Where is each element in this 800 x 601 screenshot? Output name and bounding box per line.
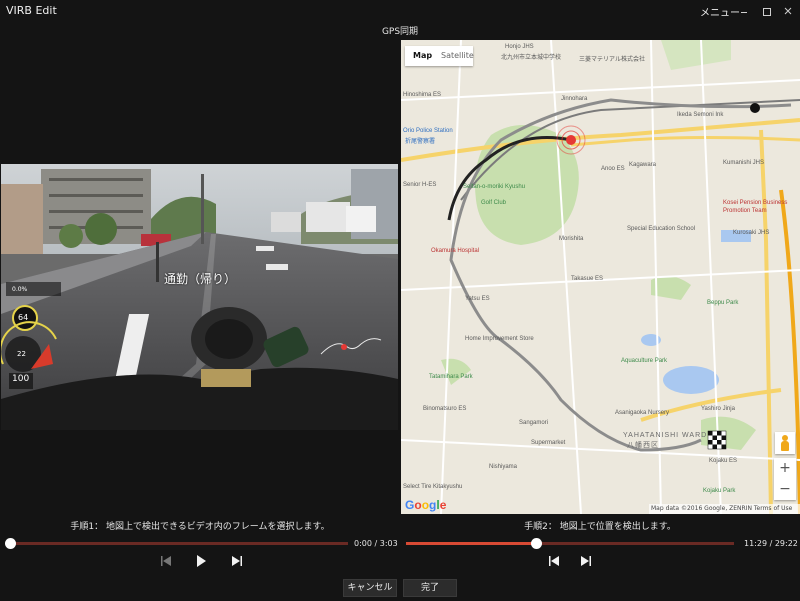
play-icon[interactable] xyxy=(193,553,209,569)
video-timeline-thumb[interactable] xyxy=(5,538,16,549)
video-time: 0:00 / 3:03 xyxy=(354,539,398,548)
gps-timeline[interactable] xyxy=(406,542,734,545)
map-label: Kumanishi JHS xyxy=(723,160,765,166)
map-label: Honjo JHS xyxy=(505,44,534,50)
map-label: Yashiro Jinja xyxy=(701,406,735,412)
map-label: Takasue ES xyxy=(571,276,604,282)
zoom-control[interactable]: + − xyxy=(774,458,796,500)
map-label: Promotion Team xyxy=(723,208,767,214)
title-bar: VIRB Edit メニュー xyxy=(0,0,800,22)
map-label: Orio Police Station xyxy=(403,128,453,134)
map-label: Golf Club xyxy=(481,200,507,206)
map-label: Asanigaoka Nursery xyxy=(615,410,670,416)
map-label: Ikeda Semoni Ink xyxy=(677,112,724,118)
map-label: Kagawara xyxy=(629,162,657,168)
map-label: YAHATANISHI WARD xyxy=(623,432,708,439)
done-button[interactable]: 完了 xyxy=(403,579,457,597)
map-label: 三菱マテリアル株式会社 xyxy=(579,57,645,63)
map-label: Hinoshima ES xyxy=(403,92,442,98)
map-label: Yatsu ES xyxy=(465,296,490,302)
zoom-out-button[interactable]: − xyxy=(774,479,796,499)
overlay-speed: 64 xyxy=(18,313,29,322)
map-label: Nishiyama xyxy=(489,464,518,470)
map-label: Supermarket xyxy=(531,440,566,446)
overlay-value-large: 100 xyxy=(12,374,30,384)
map-label: Binomatsuro ES xyxy=(423,406,467,412)
gps-time: 11:29 / 29:22 xyxy=(744,539,798,548)
map-label: Sangamori xyxy=(519,420,549,426)
video-scene xyxy=(1,164,398,430)
map-label: Home Improvement Store xyxy=(465,336,534,342)
map-type-satellite[interactable]: Satellite xyxy=(441,51,474,60)
close-icon[interactable] xyxy=(778,2,798,20)
skip-back-icon[interactable] xyxy=(158,553,174,569)
map-label: Kurosaki JHS xyxy=(733,230,770,236)
map-label: Anoo ES xyxy=(601,166,625,172)
gps-skip-back-icon[interactable] xyxy=(546,553,562,569)
map-label: 八幡西区 xyxy=(627,442,659,449)
google-logo: Google xyxy=(405,498,447,512)
map-label: Special Education School xyxy=(627,226,696,232)
app-title: VIRB Edit xyxy=(6,4,57,17)
map-label: Kosei Pension Business xyxy=(723,200,788,206)
gps-skip-forward-icon[interactable] xyxy=(578,553,594,569)
overlay-grade: 0.0% xyxy=(12,286,28,293)
map-label: Seitan-o-moriki Kyushu xyxy=(463,184,526,190)
map-label: Okamura Hospital xyxy=(431,248,480,254)
skip-forward-icon[interactable] xyxy=(229,553,245,569)
cancel-button[interactable]: キャンセル xyxy=(343,579,397,597)
video-frame[interactable]: 0.0% 64 22 100 xyxy=(1,164,398,430)
pegman-icon[interactable] xyxy=(775,432,795,454)
video-caption: 通勤（帰り） xyxy=(164,272,237,286)
map-pane[interactable]: Honjo JHS 北九州市立本城中学校 三菱マテリアル株式会社 Jinnohara I… xyxy=(401,40,800,514)
map-label: 北九州市立本城中学校 xyxy=(501,55,562,61)
map-label: Jinnohara xyxy=(561,96,588,102)
step2-label: 手順2： 地図上で位置を検出します。 xyxy=(524,522,676,532)
map-label: Beppu Park xyxy=(707,300,739,306)
map-label: Aquaculture Park xyxy=(621,358,668,364)
step1-label: 手順1： 地図上で検出できるビデオ内のフレームを選択します。 xyxy=(70,522,330,532)
video-timeline[interactable] xyxy=(10,542,348,545)
gps-timeline-thumb[interactable] xyxy=(530,538,542,549)
map-label: Select Tire Kitakyushu xyxy=(403,484,463,490)
maximize-icon[interactable] xyxy=(756,2,776,20)
map-label: Tatamihara Park xyxy=(429,374,473,380)
map-label: Senior H-ES xyxy=(403,182,437,188)
map-label: Kojaku Park xyxy=(703,488,736,494)
video-pane: 0.0% 64 22 100 通勤（帰り） xyxy=(0,40,400,514)
map-attribution[interactable]: Map data ©2016 Google, ZENRIN Terms of U… xyxy=(649,504,800,514)
minimize-icon[interactable] xyxy=(734,2,754,20)
map-label: Kojaku ES xyxy=(709,458,738,464)
map-type-control[interactable]: Map Satellite xyxy=(405,46,474,66)
zoom-in-button[interactable]: + xyxy=(774,458,796,478)
map-type-map[interactable]: Map xyxy=(413,51,432,60)
map-label: Morishita xyxy=(559,236,584,242)
dialog-title: GPS同期 xyxy=(381,27,419,37)
overlay-value-small: 22 xyxy=(17,350,26,358)
map-label: 折尾警察署 xyxy=(405,139,436,145)
